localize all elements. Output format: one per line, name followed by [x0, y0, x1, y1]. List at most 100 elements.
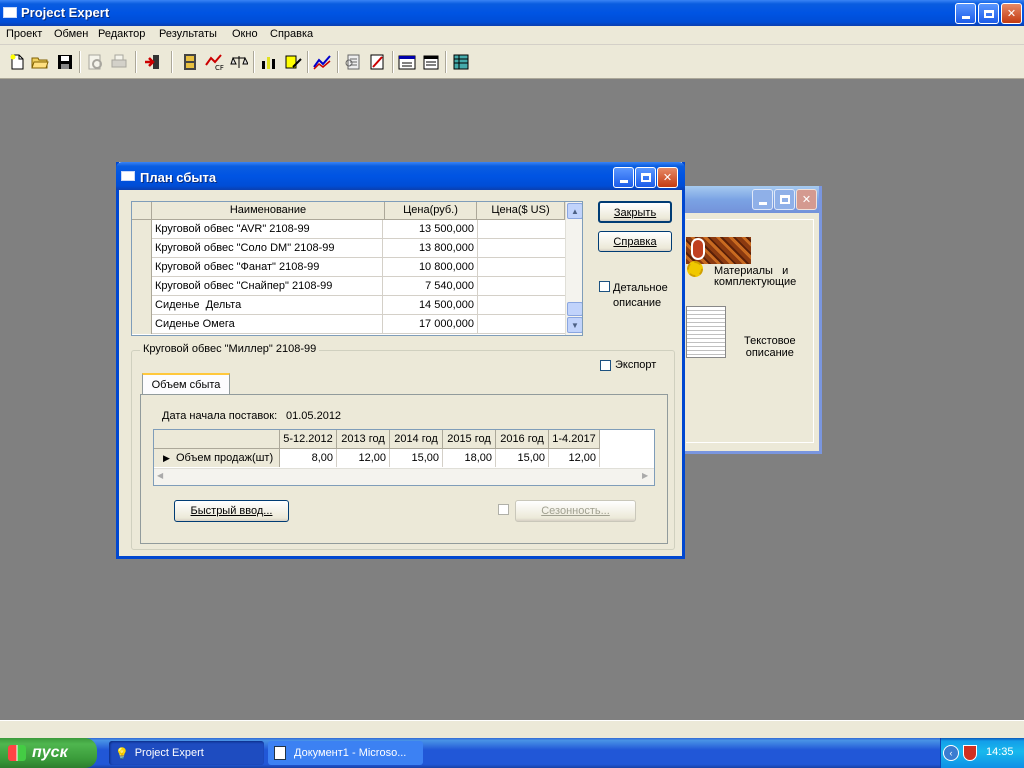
export-checkbox[interactable]: [600, 360, 611, 371]
menu-help[interactable]: Справка: [270, 28, 313, 40]
scroll-thumb[interactable]: [567, 302, 582, 316]
table-row[interactable]: Сиденье Омега 17 000,000: [132, 315, 565, 334]
scroll-down-button[interactable]: ▼: [567, 317, 582, 333]
chart-bars-icon[interactable]: [260, 53, 278, 71]
materials-label[interactable]: Материалы и комплектующие: [714, 266, 796, 288]
cell-name[interactable]: Круговой обвес "AVR" 2108-99: [155, 220, 383, 239]
scroll-up-button[interactable]: ▲: [567, 203, 582, 219]
col-header-price-rub[interactable]: Цена(руб.): [385, 202, 477, 220]
cell-price-rub[interactable]: 14 500,000: [385, 296, 474, 315]
cell-price-usd[interactable]: [477, 258, 563, 277]
sales-cell[interactable]: 8,00: [280, 449, 337, 467]
cell-price-rub[interactable]: 17 000,000: [385, 315, 474, 334]
grid-vertical-scrollbar[interactable]: ▲ ▼: [565, 202, 582, 335]
sales-cell[interactable]: 15,00: [496, 449, 549, 467]
new-icon[interactable]: [8, 53, 26, 71]
start-date-label: Дата начала поставок:: [162, 410, 278, 422]
cell-price-rub[interactable]: 7 540,000: [385, 277, 474, 296]
open-icon[interactable]: [31, 53, 49, 71]
seasonality-button[interactable]: Сезонность...: [515, 500, 636, 522]
chevron-down-icon: ▼: [571, 320, 579, 330]
scales-icon[interactable]: [230, 53, 249, 71]
menu-project[interactable]: Проект: [6, 28, 42, 40]
minimize-icon: [961, 16, 970, 19]
cell-price-usd[interactable]: [477, 296, 563, 315]
text-doc-icon[interactable]: [686, 306, 726, 358]
col-header-price-usd[interactable]: Цена($ US): [477, 202, 565, 220]
cell-price-usd[interactable]: [477, 239, 563, 258]
save-icon[interactable]: [56, 53, 74, 71]
window2-icon[interactable]: [422, 53, 440, 71]
period-header: 2016 год: [496, 430, 549, 449]
report-icon[interactable]: [344, 53, 362, 71]
menu-exchange[interactable]: Обмен: [54, 28, 88, 40]
bg-maximize-button[interactable]: [774, 189, 795, 210]
cell-name[interactable]: Круговой обвес "Соло DM" 2108-99: [155, 239, 383, 258]
sales-cell[interactable]: 15,00: [390, 449, 443, 467]
sales-cell[interactable]: 12,00: [549, 449, 600, 467]
period-header: 1-4.2017: [549, 430, 600, 449]
tray-expand-icon[interactable]: ‹: [943, 745, 959, 761]
close-app-button[interactable]: ✕: [1001, 3, 1022, 24]
background-window[interactable]: ✕ Материалы и комплектующие Текстовое оп…: [670, 186, 822, 454]
table-row[interactable]: Круговой обвес "Снайпер" 2108-99 7 540,0…: [132, 277, 565, 296]
cell-price-rub[interactable]: 13 500,000: [385, 220, 474, 239]
table-row[interactable]: Сиденье Дельта 14 500,000: [132, 296, 565, 315]
text-description-label[interactable]: Текстовое описание: [744, 335, 796, 359]
detail-checkbox[interactable]: [599, 281, 610, 292]
quick-input-button[interactable]: Быстрый ввод...: [174, 500, 289, 522]
preview-icon[interactable]: [86, 53, 104, 71]
table-icon[interactable]: [452, 53, 470, 71]
sales-horizontal-scrollbar[interactable]: ◀ ▶: [154, 468, 654, 485]
line-chart-icon[interactable]: [313, 53, 331, 71]
menu-window[interactable]: Окно: [232, 28, 258, 40]
detail-checkbox-label[interactable]: Детальное описание: [613, 281, 668, 311]
minimize-button[interactable]: [955, 3, 976, 24]
module-icon[interactable]: [181, 53, 199, 71]
cell-price-rub[interactable]: 13 800,000: [385, 239, 474, 258]
sales-cell[interactable]: 18,00: [443, 449, 496, 467]
start-button[interactable]: пуск: [0, 738, 97, 768]
seasonality-checkbox[interactable]: [498, 504, 509, 515]
sales-cell[interactable]: 12,00: [337, 449, 390, 467]
window-icon[interactable]: [398, 53, 416, 71]
cashflow-icon[interactable]: CF: [205, 53, 224, 72]
chevron-right-icon[interactable]: ▶: [642, 471, 648, 480]
table-row[interactable]: Круговой обвес "AVR" 2108-99 13 500,000: [132, 220, 565, 239]
dialog-close-x-button[interactable]: ✕: [657, 167, 678, 188]
bg-close-button[interactable]: ✕: [796, 189, 817, 210]
cell-name[interactable]: Круговой обвес "Фанат" 2108-99: [155, 258, 383, 277]
cell-price-usd[interactable]: [477, 277, 563, 296]
sales-plan-dialog: План сбыта ✕ Наименование Цена(руб.) Цен…: [116, 162, 685, 559]
exit-icon[interactable]: [143, 53, 161, 71]
sales-row-header[interactable]: ▶ Объем продаж(шт): [154, 449, 280, 467]
pencil-chart-icon[interactable]: [284, 53, 302, 71]
cell-price-usd[interactable]: [477, 315, 563, 334]
tab-sales-volume[interactable]: Объем сбыта: [142, 373, 230, 395]
book-icon[interactable]: [368, 53, 386, 71]
help-button[interactable]: Справка: [598, 231, 672, 252]
chevron-left-icon[interactable]: ◀: [157, 471, 163, 480]
bg-minimize-button[interactable]: [752, 189, 773, 210]
table-row[interactable]: Круговой обвес "Фанат" 2108-99 10 800,00…: [132, 258, 565, 277]
export-checkbox-label[interactable]: Экспорт: [615, 359, 656, 371]
col-header-name[interactable]: Наименование: [152, 202, 385, 220]
period-header: 2013 год: [337, 430, 390, 449]
cell-name[interactable]: Круговой обвес "Снайпер" 2108-99: [155, 277, 383, 296]
clock[interactable]: 14:35: [986, 746, 1014, 758]
menu-editor[interactable]: Редактор: [98, 28, 145, 40]
task-project-expert[interactable]: 💡 Project Expert: [109, 741, 264, 765]
restore-button[interactable]: [978, 3, 999, 24]
task-word-document[interactable]: Документ1 - Microso...: [268, 741, 423, 765]
cell-price-rub[interactable]: 10 800,000: [385, 258, 474, 277]
print-icon[interactable]: [110, 53, 128, 71]
security-shield-icon[interactable]: [963, 745, 977, 761]
cell-name[interactable]: Сиденье Дельта: [155, 296, 383, 315]
close-button[interactable]: Закрыть: [598, 201, 672, 223]
cell-price-usd[interactable]: [477, 220, 563, 239]
cell-name[interactable]: Сиденье Омега: [155, 315, 383, 334]
dialog-minimize-button[interactable]: [613, 167, 634, 188]
table-row[interactable]: Круговой обвес "Соло DM" 2108-99 13 800,…: [132, 239, 565, 258]
menu-results[interactable]: Результаты: [159, 28, 217, 40]
dialog-maximize-button[interactable]: [635, 167, 656, 188]
